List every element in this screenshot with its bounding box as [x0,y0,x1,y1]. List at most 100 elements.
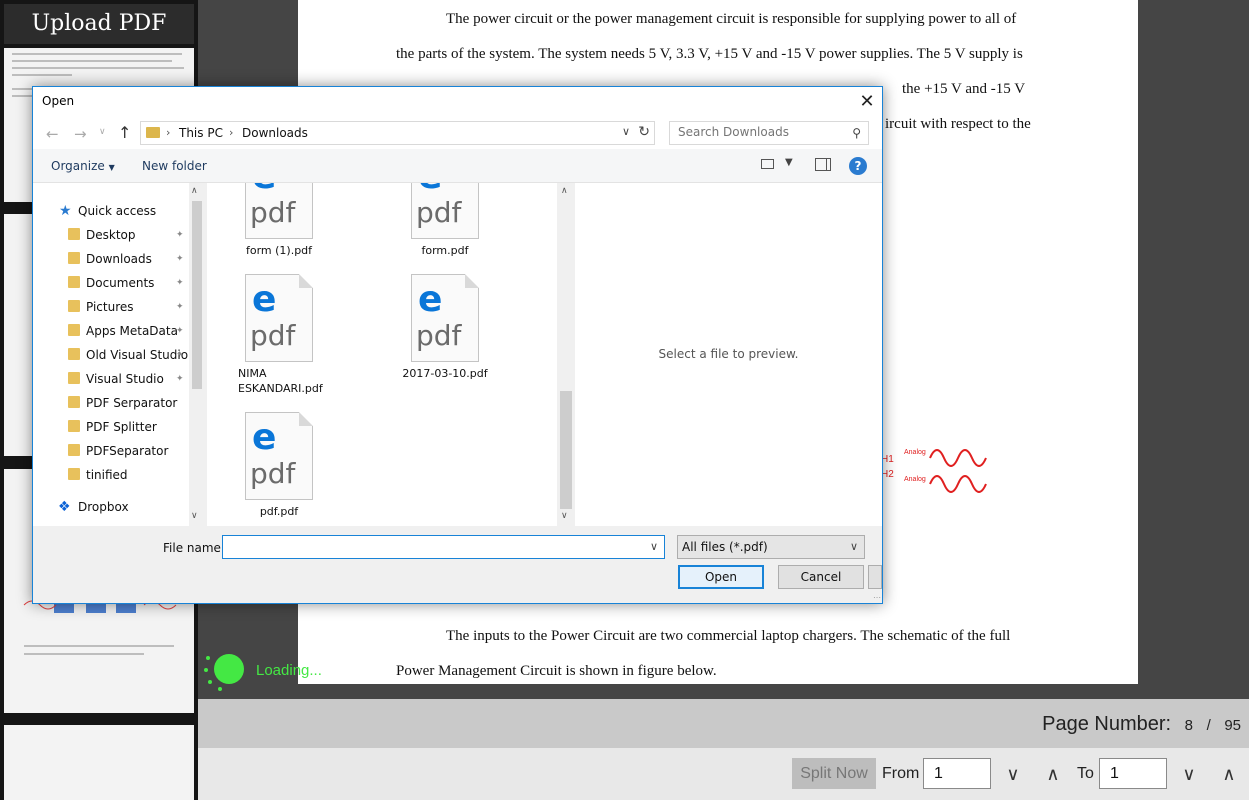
from-increment-chevron-up-icon[interactable]: ∧ [1039,762,1067,786]
change-view-icon[interactable] [761,159,774,169]
file-type-value: All files (*.pdf) [682,540,768,554]
breadcrumb-downloads[interactable]: Downloads [242,126,308,140]
scroll-up-icon[interactable]: ∧ [561,186,568,196]
file-name-combobox[interactable]: ∨ [222,535,665,559]
pin-icon: ✦ [176,326,184,336]
to-decrement-chevron-down-icon[interactable]: ∨ [1175,762,1203,786]
scroll-down-icon[interactable]: ∨ [191,511,198,521]
pin-icon: ✦ [176,374,184,384]
back-arrow-icon[interactable]: ← [46,125,59,143]
nav-item-tinified[interactable]: tinified [86,468,128,482]
file-item[interactable]: e pdf form.pdf [390,183,500,258]
edge-logo-icon: e [418,279,443,320]
refresh-icon[interactable]: ↻ [638,124,650,140]
to-page-input[interactable]: 1 [1099,758,1167,789]
nav-item-pdfseparator[interactable]: PDFSeparator [86,444,168,458]
edge-logo-icon: e [252,183,276,197]
file-type-label: pdf [250,196,296,229]
close-icon[interactable]: ✕ [852,87,882,117]
file-item[interactable]: e pdf 2017-03-10.pdf [390,274,500,381]
address-chevron-down-icon[interactable]: ∨ [622,125,630,138]
pin-icon: ✦ [176,254,184,264]
search-input[interactable] [678,125,838,139]
scrollbar-thumb[interactable] [560,391,572,509]
scroll-up-icon[interactable]: ∧ [191,186,198,196]
page-number-display: Page Number: 8 / 95 [1042,713,1241,736]
nav-item-pdf-serparator[interactable]: PDF Serparator [86,396,177,410]
folder-icon [68,276,80,288]
nav-item-downloads[interactable]: Downloads [86,252,152,266]
file-type-label: pdf [250,457,296,490]
open-button[interactable]: Open [678,565,764,589]
pdf-file-icon: e pdf [245,274,313,362]
pdf-file-icon: e pdf [245,183,313,239]
search-box[interactable]: ⚲ [669,121,869,145]
nav-item-dropbox[interactable]: Dropbox [78,500,129,514]
navigation-scrollbar[interactable]: ∧ ∨ [189,183,205,526]
nav-item-documents[interactable]: Documents [86,276,154,290]
pin-icon: ✦ [176,278,184,288]
cancel-button[interactable]: Cancel [778,565,864,589]
view-options-chevron-down-icon[interactable]: ▼ [785,157,793,168]
page-separator: / [1206,717,1211,734]
wave-tag: Analog [904,476,926,483]
nav-item-desktop[interactable]: Desktop [86,228,136,242]
page-number-label: Page Number: [1042,713,1172,735]
pin-icon: ✦ [176,302,184,312]
star-icon: ★ [59,203,72,219]
file-name: 2017-03-10.pdf [402,367,488,380]
nav-item-apps-metadata[interactable]: Apps MetaData [86,324,178,338]
chevron-down-icon[interactable]: ∨ [650,540,658,553]
file-name-label: File name: [163,541,225,555]
preview-pane-toggle-icon[interactable] [815,158,831,171]
dialog-extra-button[interactable] [868,565,882,589]
doc-text-line: the +15 V and -15 V [902,81,1026,97]
split-now-button[interactable]: Split Now [792,758,876,789]
organize-menu-button[interactable]: Organize ▼ [51,159,115,173]
file-item[interactable]: e pdf pdf.pdf [224,412,334,519]
to-increment-chevron-up-icon[interactable]: ∧ [1215,762,1243,786]
dropbox-icon: ❖ [58,499,71,515]
from-decrement-chevron-down-icon[interactable]: ∨ [999,762,1027,786]
file-name-input[interactable] [226,539,636,553]
scroll-down-icon[interactable]: ∨ [561,511,568,521]
pdf-file-icon: e pdf [245,412,313,500]
file-list-scrollbar[interactable]: ∧ ∨ [557,183,575,526]
folder-icon [68,252,80,264]
wave-graphic [929,449,987,493]
address-bar[interactable]: › This PC › Downloads ∨ ↻ [140,121,655,145]
nav-item-visual-studio[interactable]: Visual Studio [86,372,164,386]
nav-item-old-visual-studio[interactable]: Old Visual Studio [86,348,188,362]
doc-text-line: the parts of the system. The system need… [396,46,1023,62]
folder-icon [68,348,80,360]
upload-pdf-button[interactable]: Upload PDF [4,4,194,44]
breadcrumb-this-pc[interactable]: This PC [179,126,223,140]
help-icon[interactable]: ? [849,157,867,175]
file-list-pane: e pdf form (1).pdf e pdf form.pdf e pdf … [207,183,575,526]
folder-icon [68,396,80,408]
scrollbar-thumb[interactable] [192,201,202,389]
chevron-down-icon: ▼ [108,163,115,172]
file-item[interactable]: e pdf form (1).pdf [224,183,334,258]
page-thumbnail-12[interactable] [4,725,194,800]
dialog-titlebar[interactable]: Open ✕ [33,87,882,117]
nav-item-pdf-splitter[interactable]: PDF Splitter [86,420,157,434]
file-type-select[interactable]: All files (*.pdf) ∨ [677,535,865,559]
doc-text-line: The power circuit or the power managemen… [446,11,1017,27]
new-folder-button[interactable]: New folder [142,159,207,173]
search-icon[interactable]: ⚲ [852,126,861,140]
doc-text-line: Power Management Circuit is shown in fig… [396,663,717,679]
to-label: To [1077,765,1094,782]
resize-grip-icon[interactable]: ⋯ [873,593,881,602]
folder-icon [68,324,80,336]
file-item[interactable]: e pdf NIMA ESKANDARI.pdf [224,274,334,396]
file-type-label: pdf [416,319,462,352]
pdf-file-icon: e pdf [411,274,479,362]
from-page-input[interactable]: 1 [923,758,991,789]
up-arrow-icon[interactable]: ↑ [118,123,131,142]
recent-locations-chevron-down-icon[interactable]: ∨ [99,127,106,137]
folder-icon [68,468,80,480]
nav-quick-access[interactable]: Quick access [78,204,156,218]
forward-arrow-icon[interactable]: → [74,125,87,143]
nav-item-pictures[interactable]: Pictures [86,300,134,314]
